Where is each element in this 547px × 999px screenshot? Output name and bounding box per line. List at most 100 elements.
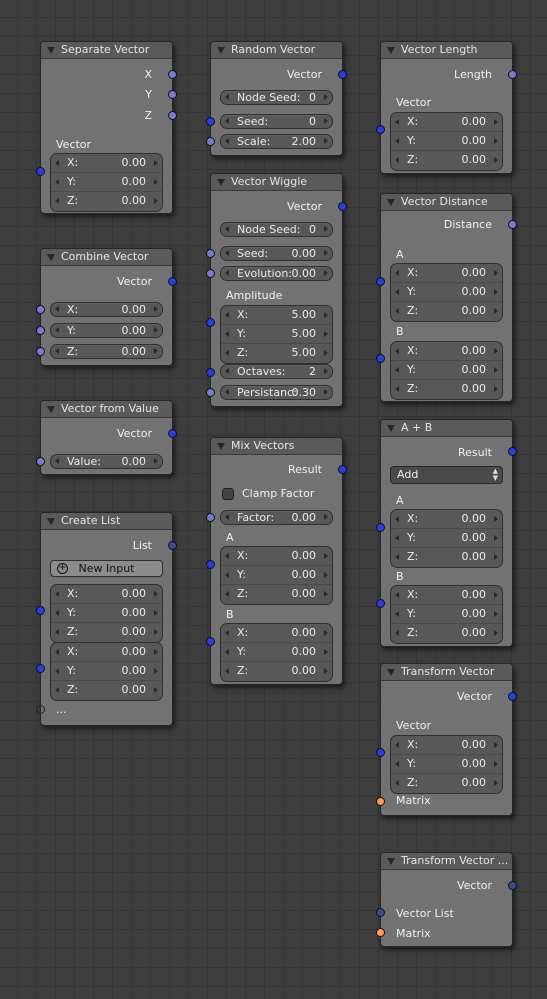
increment-arrow-icon[interactable] [154, 649, 158, 655]
decrement-arrow-icon[interactable] [395, 308, 399, 314]
node-a-plus-b[interactable]: A + B Result Add ▲ ▼ A X: 0.00 Y: 0.00 Z: 0.… [376, 419, 517, 647]
input-y-socket[interactable] [36, 326, 45, 335]
input-a-socket[interactable] [376, 277, 385, 286]
increment-arrow-icon[interactable] [154, 348, 158, 354]
increment-arrow-icon[interactable] [324, 138, 328, 144]
increment-arrow-icon[interactable] [324, 312, 328, 318]
decrement-arrow-icon[interactable] [225, 572, 229, 578]
output-list-socket[interactable] [168, 541, 177, 550]
output-distance-socket[interactable] [508, 220, 517, 229]
increment-arrow-icon[interactable] [494, 367, 498, 373]
increment-arrow-icon[interactable] [324, 250, 328, 256]
y-field[interactable]: Y: 0.00 [391, 755, 502, 774]
input-item-1-socket[interactable] [36, 606, 45, 615]
node-header[interactable]: Mix Vectors [211, 438, 342, 455]
evolution-field[interactable]: Evolution: 0.00 [220, 266, 333, 281]
new-input-button[interactable]: + New Input [50, 560, 163, 577]
x-field[interactable]: X: 0.00 [391, 586, 502, 605]
input-matrix-socket[interactable] [376, 928, 385, 937]
node-mix-vectors[interactable]: Mix Vectors Result Clamp Factor Factor: 0… [206, 437, 347, 685]
increment-arrow-icon[interactable] [494, 611, 498, 617]
increment-arrow-icon[interactable] [494, 630, 498, 636]
decrement-arrow-icon[interactable] [225, 553, 229, 559]
increment-arrow-icon[interactable] [154, 668, 158, 674]
decrement-arrow-icon[interactable] [225, 350, 229, 356]
input-item-2-socket[interactable] [36, 664, 45, 673]
increment-arrow-icon[interactable] [324, 118, 328, 124]
input-persistance-socket[interactable] [206, 388, 215, 397]
node-header[interactable]: Transform Vector [381, 664, 512, 681]
node-header[interactable]: A + B [381, 420, 512, 437]
decrement-arrow-icon[interactable] [55, 687, 59, 693]
node-transform-vector-list[interactable]: Transform Vector ... Vector Vector List … [376, 852, 517, 947]
decrement-arrow-icon[interactable] [225, 668, 229, 674]
decrement-arrow-icon[interactable] [395, 535, 399, 541]
increment-arrow-icon[interactable] [494, 348, 498, 354]
output-vector-socket[interactable] [168, 277, 177, 286]
decrement-arrow-icon[interactable] [225, 226, 229, 232]
decrement-arrow-icon[interactable] [225, 514, 229, 520]
output-length-socket[interactable] [508, 70, 517, 79]
input-new-socket[interactable] [36, 705, 45, 714]
decrement-arrow-icon[interactable] [225, 368, 229, 374]
increment-arrow-icon[interactable] [324, 389, 328, 395]
x-field[interactable]: X: 0.00 [221, 547, 332, 566]
node-combine-vector[interactable]: Combine Vector Vector X: 0.00 Y: 0.00 Z: 0.… [36, 248, 177, 366]
input-evolution-socket[interactable] [206, 269, 215, 278]
x-field[interactable]: X: 0.00 [391, 342, 502, 361]
output-y-socket[interactable] [168, 90, 177, 99]
input-z-socket[interactable] [36, 347, 45, 356]
decrement-arrow-icon[interactable] [395, 630, 399, 636]
decrement-arrow-icon[interactable] [395, 386, 399, 392]
increment-arrow-icon[interactable] [494, 742, 498, 748]
node-header[interactable]: Separate Vector [41, 42, 172, 59]
decrement-arrow-icon[interactable] [395, 348, 399, 354]
persistance-field[interactable]: Persistanc: 0.30 [220, 385, 333, 400]
y-field[interactable]: Y: 0.00 [391, 361, 502, 380]
decrement-arrow-icon[interactable] [395, 611, 399, 617]
output-vector-socket[interactable] [338, 70, 347, 79]
z-field[interactable]: Z: 5.00 [221, 344, 332, 363]
increment-arrow-icon[interactable] [324, 350, 328, 356]
input-b-socket[interactable] [206, 637, 215, 646]
decrement-arrow-icon[interactable] [55, 610, 59, 616]
x-field[interactable]: X: 0.00 [51, 585, 162, 604]
decrement-arrow-icon[interactable] [55, 668, 59, 674]
collapse-triangle-icon[interactable] [387, 425, 395, 432]
y-field[interactable]: Y: 0.00 [51, 173, 162, 192]
z-field[interactable]: Z: 0.00 [51, 623, 162, 642]
increment-arrow-icon[interactable] [154, 610, 158, 616]
node-header[interactable]: Vector from Value [41, 401, 172, 418]
x-field[interactable]: X: 0.00 [391, 264, 502, 283]
input-b-socket[interactable] [376, 354, 385, 363]
increment-arrow-icon[interactable] [154, 306, 158, 312]
increment-arrow-icon[interactable] [324, 94, 328, 100]
increment-arrow-icon[interactable] [494, 592, 498, 598]
node-transform-vector[interactable]: Transform Vector Vector Vector X: 0.00 Y:… [376, 663, 517, 816]
node-seed-field[interactable]: Node Seed: 0 [220, 222, 333, 237]
node-vector-from-value[interactable]: Vector from Value Vector Value: 0.00 [36, 400, 177, 475]
decrement-arrow-icon[interactable] [55, 629, 59, 635]
z-field[interactable]: Z: 0.00 [51, 192, 162, 211]
decrement-arrow-icon[interactable] [225, 389, 229, 395]
y-field[interactable]: Y: 0.00 [221, 566, 332, 585]
node-create-list[interactable]: Create List List + New Input X: 0.00 Y: 0.… [36, 512, 177, 726]
value-field[interactable]: Value: 0.00 [50, 454, 163, 469]
decrement-arrow-icon[interactable] [55, 348, 59, 354]
output-result-socket[interactable] [338, 465, 347, 474]
node-header[interactable]: Create List [41, 513, 172, 530]
node-random-vector[interactable]: Random Vector Vector Node Seed: 0 Seed: 0 … [206, 41, 347, 156]
decrement-arrow-icon[interactable] [395, 270, 399, 276]
increment-arrow-icon[interactable] [494, 119, 498, 125]
increment-arrow-icon[interactable] [324, 368, 328, 374]
input-vector-socket[interactable] [376, 125, 385, 134]
decrement-arrow-icon[interactable] [225, 138, 229, 144]
x-field[interactable]: X: 5.00 [221, 306, 332, 325]
collapse-triangle-icon[interactable] [387, 47, 395, 54]
increment-arrow-icon[interactable] [494, 157, 498, 163]
input-a-socket[interactable] [206, 560, 215, 569]
collapse-triangle-icon[interactable] [387, 858, 395, 865]
increment-arrow-icon[interactable] [494, 554, 498, 560]
increment-arrow-icon[interactable] [324, 553, 328, 559]
y-field[interactable]: Y: 0.00 [391, 605, 502, 624]
